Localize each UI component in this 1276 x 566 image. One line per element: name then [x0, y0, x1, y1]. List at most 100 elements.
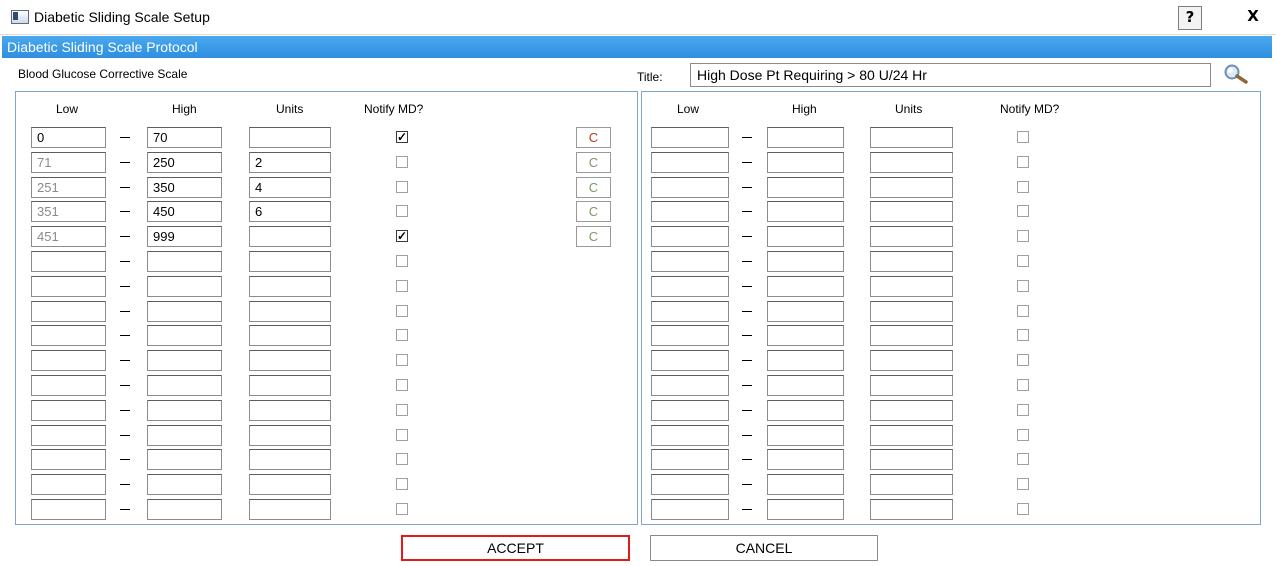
left-units-field[interactable]	[249, 226, 331, 248]
right-notify-checkbox[interactable]	[1017, 304, 1029, 317]
left-notify-checkbox[interactable]	[396, 478, 408, 491]
right-high-field[interactable]	[767, 151, 844, 173]
right-high-field[interactable]	[767, 275, 844, 297]
cancel-button[interactable]: CANCEL	[650, 535, 878, 561]
right-notify-checkbox[interactable]	[1017, 453, 1029, 466]
left-low-field[interactable]: 451	[31, 226, 106, 248]
help-button[interactable]: ?	[1178, 6, 1202, 30]
left-notify-checkbox[interactable]	[396, 304, 408, 317]
right-low-field[interactable]	[651, 424, 729, 446]
right-units-field[interactable]	[870, 176, 953, 198]
magnifier-icon[interactable]	[1221, 62, 1251, 86]
right-notify-checkbox[interactable]	[1017, 155, 1029, 168]
right-high-field[interactable]	[767, 474, 844, 496]
left-low-field[interactable]	[31, 399, 106, 421]
left-notify-checkbox[interactable]	[396, 155, 408, 168]
left-units-field[interactable]	[249, 499, 331, 520]
left-high-field[interactable]	[147, 325, 222, 347]
right-notify-checkbox[interactable]	[1017, 180, 1029, 193]
right-units-field[interactable]	[870, 350, 953, 372]
right-high-field[interactable]	[767, 449, 844, 471]
left-high-field[interactable]	[147, 424, 222, 446]
right-units-field[interactable]	[870, 449, 953, 471]
left-notify-checkbox[interactable]	[396, 279, 408, 292]
left-low-field[interactable]	[31, 325, 106, 347]
left-low-field[interactable]	[31, 275, 106, 297]
right-high-field[interactable]	[767, 201, 844, 223]
right-notify-checkbox[interactable]	[1017, 379, 1029, 391]
right-high-field[interactable]	[767, 375, 844, 396]
left-low-field[interactable]	[31, 350, 106, 372]
left-low-field[interactable]: 0	[31, 127, 106, 148]
left-low-field[interactable]	[31, 300, 106, 322]
right-units-field[interactable]	[870, 300, 953, 322]
right-low-field[interactable]	[651, 226, 729, 248]
left-units-field[interactable]	[249, 127, 331, 148]
left-low-field[interactable]	[31, 474, 106, 496]
left-high-field[interactable]: 450	[147, 201, 222, 223]
right-low-field[interactable]	[651, 151, 729, 173]
right-low-field[interactable]	[651, 300, 729, 322]
left-high-field[interactable]	[147, 300, 222, 322]
right-units-field[interactable]	[870, 325, 953, 347]
right-low-field[interactable]	[651, 201, 729, 223]
left-low-field[interactable]: 351	[31, 201, 106, 223]
right-notify-checkbox[interactable]	[1017, 230, 1029, 243]
accept-button[interactable]: ACCEPT	[401, 535, 630, 561]
right-units-field[interactable]	[870, 151, 953, 173]
clear-row-button[interactable]: C	[576, 176, 611, 198]
right-units-field[interactable]	[870, 424, 953, 446]
right-low-field[interactable]	[651, 499, 729, 520]
right-notify-checkbox[interactable]	[1017, 279, 1029, 292]
left-low-field[interactable]	[31, 449, 106, 471]
left-units-field[interactable]: 6	[249, 201, 331, 223]
left-high-field[interactable]	[147, 449, 222, 471]
right-low-field[interactable]	[651, 449, 729, 471]
left-high-field[interactable]: 999	[147, 226, 222, 248]
left-units-field[interactable]	[249, 300, 331, 322]
left-notify-checkbox[interactable]	[396, 180, 408, 193]
left-notify-checkbox[interactable]	[396, 453, 408, 466]
left-high-field[interactable]	[147, 399, 222, 421]
left-high-field[interactable]: 70	[147, 127, 222, 148]
right-low-field[interactable]	[651, 127, 729, 148]
right-units-field[interactable]	[870, 251, 953, 272]
right-notify-checkbox[interactable]	[1017, 205, 1029, 218]
left-units-field[interactable]	[249, 251, 331, 272]
left-high-field[interactable]	[147, 275, 222, 297]
right-low-field[interactable]	[651, 251, 729, 272]
left-units-field[interactable]	[249, 424, 331, 446]
left-units-field[interactable]: 4	[249, 176, 331, 198]
left-units-field[interactable]	[249, 275, 331, 297]
left-notify-checkbox[interactable]	[396, 403, 408, 416]
right-high-field[interactable]	[767, 226, 844, 248]
left-low-field[interactable]	[31, 251, 106, 272]
right-low-field[interactable]	[651, 350, 729, 372]
right-low-field[interactable]	[651, 474, 729, 496]
right-low-field[interactable]	[651, 375, 729, 396]
left-notify-checkbox[interactable]	[396, 503, 408, 515]
right-notify-checkbox[interactable]	[1017, 403, 1029, 416]
left-units-field[interactable]	[249, 399, 331, 421]
left-low-field[interactable]: 251	[31, 176, 106, 198]
left-units-field[interactable]	[249, 350, 331, 372]
close-button[interactable]: X	[1242, 6, 1264, 28]
right-low-field[interactable]	[651, 399, 729, 421]
right-high-field[interactable]	[767, 176, 844, 198]
right-units-field[interactable]	[870, 375, 953, 396]
right-units-field[interactable]	[870, 399, 953, 421]
right-low-field[interactable]	[651, 275, 729, 297]
right-high-field[interactable]	[767, 499, 844, 520]
left-units-field[interactable]	[249, 474, 331, 496]
right-notify-checkbox[interactable]	[1017, 428, 1029, 441]
right-low-field[interactable]	[651, 176, 729, 198]
right-units-field[interactable]	[870, 474, 953, 496]
clear-row-button[interactable]: C	[576, 127, 611, 148]
right-units-field[interactable]	[870, 201, 953, 223]
left-high-field[interactable]	[147, 499, 222, 520]
left-units-field[interactable]	[249, 325, 331, 347]
left-high-field[interactable]	[147, 474, 222, 496]
right-units-field[interactable]	[870, 226, 953, 248]
right-high-field[interactable]	[767, 251, 844, 272]
right-high-field[interactable]	[767, 350, 844, 372]
